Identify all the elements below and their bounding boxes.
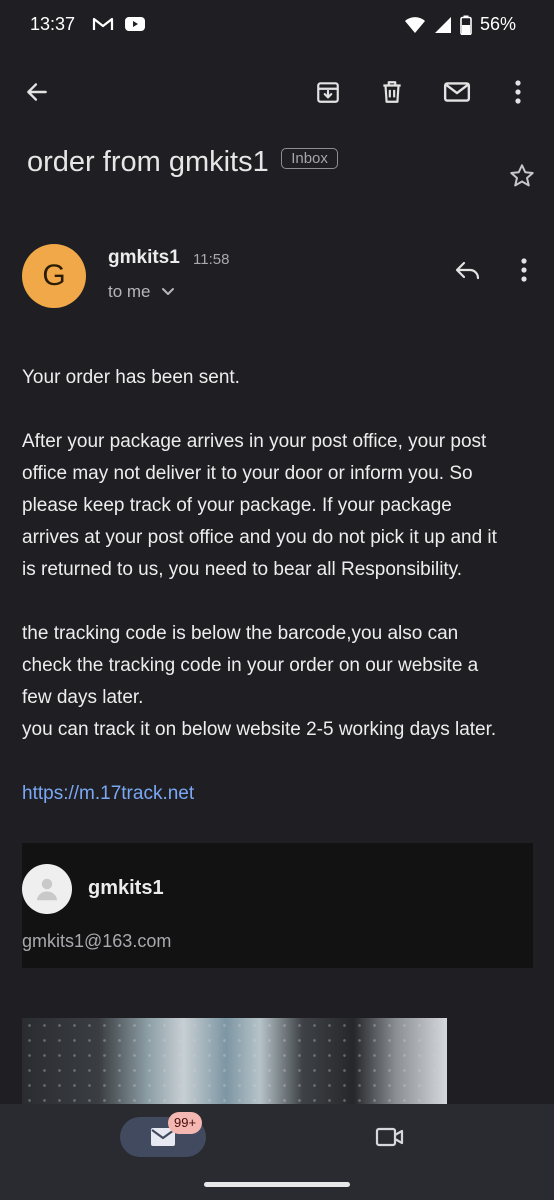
body-line: After your package arrives in your post … — [22, 431, 487, 452]
more-icon — [515, 80, 521, 104]
unread-count-badge: 99+ — [168, 1112, 203, 1134]
youtube-icon — [125, 17, 145, 31]
archive-icon — [317, 82, 339, 103]
email-subject: order from gmkits1 — [27, 146, 269, 178]
tracking-link[interactable]: https://m.17track.net — [22, 783, 194, 804]
more-options-button[interactable] — [496, 70, 540, 114]
nav-meet-tab[interactable] — [370, 1117, 410, 1157]
status-bar: 13:37 56% — [0, 0, 554, 52]
recipient-details-toggle[interactable]: to me — [108, 282, 175, 302]
status-system-icons: 56% — [404, 14, 516, 35]
inbox-label-chip[interactable]: Inbox — [281, 148, 338, 169]
recipient-label: to me — [108, 282, 151, 301]
battery-icon — [460, 15, 472, 35]
body-line: arrives at your post office and you do n… — [22, 527, 497, 548]
gmail-icon — [92, 17, 114, 30]
sender-name: gmkits1 — [108, 247, 180, 268]
signature-name: gmkits1 — [88, 877, 164, 899]
body-line: you can track it on below website 2-5 wo… — [22, 719, 497, 740]
signature-card: gmkits1 gmkits1@163.com — [22, 843, 533, 968]
mark-unread-icon — [443, 82, 471, 102]
chevron-down-icon — [161, 288, 174, 295]
status-time: 13:37 — [30, 14, 76, 34]
mark-unread-button[interactable] — [435, 70, 479, 114]
person-icon — [37, 878, 57, 901]
archive-button[interactable] — [306, 70, 350, 114]
body-line: is returned to us, you need to bear all … — [22, 559, 463, 580]
wifi-icon — [404, 16, 425, 33]
body-line: few days later. — [22, 687, 144, 708]
back-button[interactable] — [15, 70, 59, 114]
subject-row: order from gmkits1 Inbox — [27, 146, 534, 179]
signature-avatar — [22, 864, 72, 914]
body-line: office may not deliver it to your door o… — [22, 463, 473, 484]
message-more-button[interactable] — [502, 248, 546, 292]
email-screen: 13:37 56% order from gmkits1 Inbox G gmk… — [0, 0, 554, 1200]
status-notification-icons — [92, 16, 146, 32]
reply-icon — [455, 261, 480, 280]
gesture-navigation-bar[interactable] — [204, 1182, 350, 1187]
sent-time: 11:58 — [193, 251, 230, 268]
star-icon — [510, 164, 534, 187]
body-paragraph: Your order has been sent. — [22, 367, 240, 388]
body-line: the tracking code is below the barcode,y… — [22, 623, 459, 644]
signature-email[interactable]: gmkits1@163.com — [22, 931, 171, 952]
back-icon — [27, 83, 47, 101]
body-line: please keep track of your package. If yo… — [22, 495, 452, 516]
meet-icon — [375, 1127, 404, 1147]
embedded-image[interactable] — [22, 1018, 447, 1104]
star-button[interactable] — [508, 162, 536, 195]
top-app-bar — [0, 64, 554, 124]
sender-avatar[interactable]: G — [22, 244, 86, 308]
battery-percentage: 56% — [479, 14, 516, 34]
more-icon — [521, 258, 527, 282]
delete-icon — [383, 81, 401, 103]
body-line: check the tracking code in your order on… — [22, 655, 479, 676]
delete-button[interactable] — [370, 70, 414, 114]
reply-button[interactable] — [446, 248, 490, 292]
signal-icon — [434, 16, 451, 33]
email-body: Your order has been sent. After your pac… — [22, 362, 537, 810]
